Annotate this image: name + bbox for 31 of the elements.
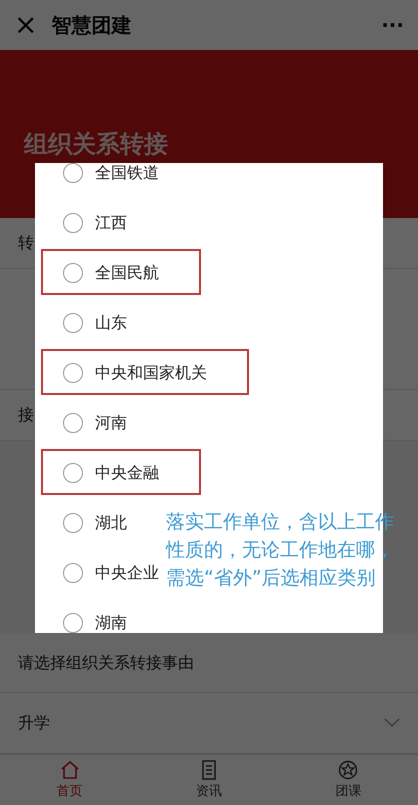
home-icon xyxy=(60,760,80,780)
banner-title: 组织关系转接 xyxy=(24,129,168,160)
option-label[interactable]: 中央金融 xyxy=(95,462,159,484)
option-label[interactable]: 山东 xyxy=(95,312,127,334)
radio-button[interactable] xyxy=(63,163,83,183)
radio-button[interactable] xyxy=(63,413,83,433)
option-label[interactable]: 江西 xyxy=(95,212,127,234)
close-button[interactable]: × xyxy=(14,11,38,39)
star-badge-icon xyxy=(338,760,358,780)
section-label: 转 xyxy=(18,232,34,254)
option-label[interactable]: 中央企业 xyxy=(95,562,159,584)
radio-button[interactable] xyxy=(63,313,83,333)
section-label: 接 xyxy=(18,404,34,426)
radio-button[interactable] xyxy=(63,213,83,233)
radio-button[interactable] xyxy=(63,363,83,383)
radio-button[interactable] xyxy=(63,513,83,533)
radio-button[interactable] xyxy=(63,463,83,483)
option-label[interactable]: 全国民航 xyxy=(95,262,159,284)
document-icon xyxy=(200,760,218,780)
radio-button[interactable] xyxy=(63,563,83,583)
field-label: 请选择组织关系转接事由 xyxy=(18,652,194,674)
chevron-down-icon xyxy=(384,718,400,728)
radio-button[interactable] xyxy=(63,263,83,283)
option-label[interactable]: 全国铁道 xyxy=(95,163,159,184)
more-button[interactable]: ··· xyxy=(381,13,404,37)
option-label[interactable]: 中央和国家机关 xyxy=(95,362,207,384)
option-label[interactable]: 湖南 xyxy=(95,612,127,633)
app-title: 智慧团建 xyxy=(51,12,132,38)
radio-button[interactable] xyxy=(63,613,83,633)
option-label[interactable]: 湖北 xyxy=(95,512,127,534)
option-label[interactable]: 河南 xyxy=(95,412,127,434)
